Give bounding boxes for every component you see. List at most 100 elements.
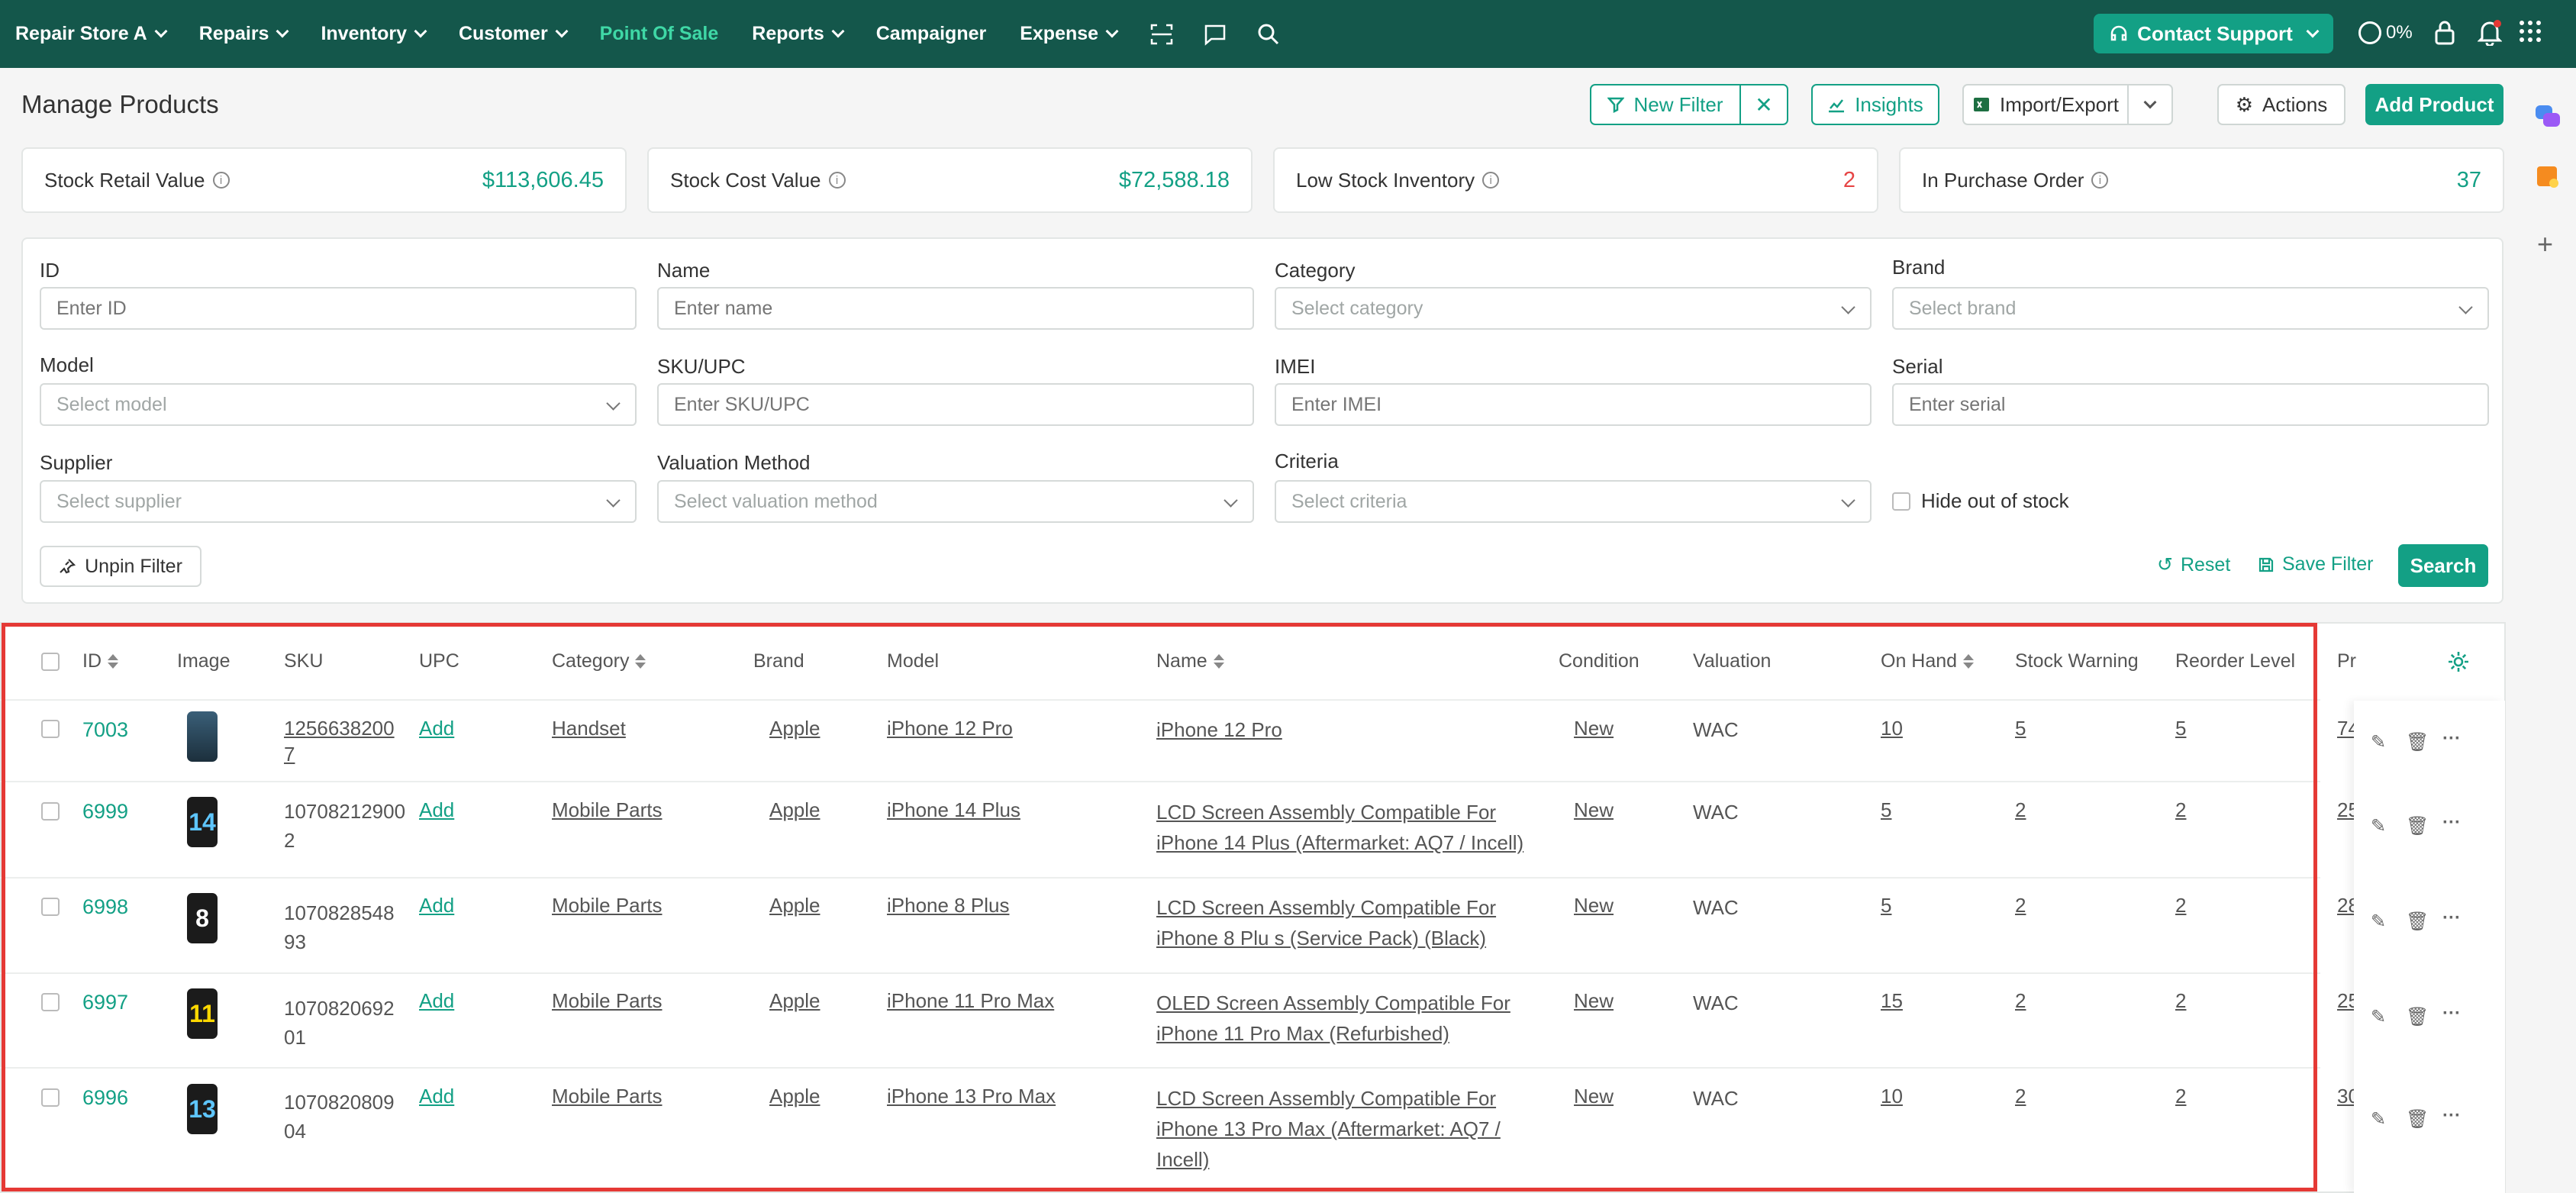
row-checkbox[interactable] <box>41 898 60 916</box>
notes-icon[interactable] <box>2534 163 2561 195</box>
category-link[interactable]: Mobile Parts <box>552 1081 663 1111</box>
more-icon[interactable]: ··· <box>2442 1003 2461 1024</box>
model-link[interactable]: iPhone 11 Pro Max <box>887 985 1054 1016</box>
insights-button[interactable]: Insights <box>1811 84 1939 125</box>
add-upc-link[interactable]: Add <box>419 1081 454 1111</box>
brand-link[interactable]: Apple <box>769 795 821 825</box>
add-upc-link[interactable]: Add <box>419 890 454 921</box>
product-name-link[interactable]: iPhone 12 Pro <box>1156 714 1282 745</box>
trash-icon[interactable]: 🗑 <box>2406 1108 2429 1130</box>
stock-warning-link[interactable]: 2 <box>2015 985 2026 1016</box>
brand-link[interactable]: Apple <box>769 890 821 921</box>
model-link[interactable]: iPhone 12 Pro <box>887 713 1013 743</box>
nav-expense[interactable]: Expense <box>1020 23 1119 45</box>
col-id[interactable]: ID <box>82 650 118 672</box>
product-name-link[interactable]: LCD Screen Assembly Compatible For <box>1156 1083 1496 1114</box>
progress-indicator[interactable]: 0% <box>2358 21 2413 44</box>
criteria-select[interactable]: Select criteria <box>1275 480 1872 523</box>
row-checkbox[interactable] <box>41 720 60 738</box>
actions-button[interactable]: ⚙ Actions <box>2217 84 2345 125</box>
reorder-level-link[interactable]: 5 <box>2175 713 2186 743</box>
more-icon[interactable]: ··· <box>2442 812 2461 833</box>
trash-icon[interactable]: 🗑 <box>2406 1006 2429 1028</box>
stock-warning-link[interactable]: 2 <box>2015 1081 2026 1111</box>
condition-link[interactable]: New <box>1574 795 1614 825</box>
category-link[interactable]: Handset <box>552 713 626 743</box>
plus-icon[interactable]: + <box>2537 228 2553 260</box>
select-all-checkbox[interactable] <box>41 653 60 671</box>
valuation-select[interactable]: Select valuation method <box>657 480 1254 523</box>
on-hand-link[interactable]: 10 <box>1881 1081 1903 1111</box>
edit-icon[interactable]: ✎ <box>2371 815 2386 837</box>
reorder-level-link[interactable]: 2 <box>2175 795 2186 825</box>
category-select[interactable]: Select category <box>1275 287 1872 330</box>
sku-filter-input[interactable] <box>657 383 1254 426</box>
stock-warning-link[interactable]: 2 <box>2015 890 2026 921</box>
edit-icon[interactable]: ✎ <box>2371 1006 2386 1028</box>
bell-icon[interactable] <box>2477 20 2503 52</box>
row-checkbox[interactable] <box>41 993 60 1011</box>
serial-filter-input[interactable] <box>1892 383 2489 426</box>
stat-in-purchase-order[interactable]: In Purchase Order i 37 <box>1899 147 2504 213</box>
chat-bubbles-icon[interactable] <box>2534 102 2561 134</box>
sku-link-cont[interactable]: 7 <box>284 739 295 769</box>
nav-customer[interactable]: Customer <box>459 23 569 45</box>
col-name[interactable]: Name <box>1156 650 1224 672</box>
add-upc-link[interactable]: Add <box>419 713 454 743</box>
search-icon[interactable] <box>1257 23 1280 46</box>
product-id-link[interactable]: 7003 <box>82 714 128 745</box>
product-name-link-cont[interactable]: iPhone 11 Pro Max (Refurbished) <box>1156 1018 1449 1049</box>
product-id-link[interactable]: 6998 <box>82 892 128 922</box>
save-filter-button[interactable]: Save Filter <box>2258 553 2373 576</box>
unpin-filter-button[interactable]: Unpin Filter <box>40 546 202 587</box>
add-upc-link[interactable]: Add <box>419 795 454 825</box>
reorder-level-link[interactable]: 2 <box>2175 985 2186 1016</box>
stock-warning-link[interactable]: 2 <box>2015 795 2026 825</box>
stock-warning-link[interactable]: 5 <box>2015 713 2026 743</box>
column-settings-gear-icon[interactable] <box>2447 650 2470 677</box>
info-icon[interactable]: i <box>212 172 230 189</box>
scan-icon[interactable] <box>1150 23 1173 46</box>
col-on-hand[interactable]: On Hand <box>1881 650 1975 672</box>
product-name-link-cont[interactable]: Incell) <box>1156 1144 1209 1175</box>
reorder-level-link[interactable]: 2 <box>2175 890 2186 921</box>
nav-point-of-sale[interactable]: Point Of Sale <box>600 23 719 45</box>
more-icon[interactable]: ··· <box>2442 728 2461 750</box>
product-id-link[interactable]: 6996 <box>82 1082 128 1113</box>
chat-icon[interactable] <box>1204 23 1227 46</box>
product-name-link-cont[interactable]: iPhone 14 Plus (Aftermarket: AQ7 / Incel… <box>1156 827 1523 858</box>
col-category[interactable]: Category <box>552 650 646 672</box>
row-checkbox[interactable] <box>41 1088 60 1107</box>
product-name-link-cont[interactable]: iPhone 13 Pro Max (Aftermarket: AQ7 / <box>1156 1114 1501 1144</box>
product-id-link[interactable]: 6999 <box>82 796 128 827</box>
more-icon[interactable]: ··· <box>2442 908 2461 929</box>
nav-repairs[interactable]: Repairs <box>199 23 289 45</box>
condition-link[interactable]: New <box>1574 1081 1614 1111</box>
product-name-link[interactable]: LCD Screen Assembly Compatible For <box>1156 892 1496 923</box>
model-link[interactable]: iPhone 14 Plus <box>887 795 1020 825</box>
more-icon[interactable]: ··· <box>2442 1105 2461 1127</box>
reorder-level-link[interactable]: 2 <box>2175 1081 2186 1111</box>
edit-icon[interactable]: ✎ <box>2371 911 2386 933</box>
product-id-link[interactable]: 6997 <box>82 987 128 1017</box>
info-icon[interactable]: i <box>1482 172 1500 189</box>
model-select[interactable]: Select model <box>40 383 637 426</box>
info-icon[interactable]: i <box>2091 172 2109 189</box>
condition-link[interactable]: New <box>1574 890 1614 921</box>
on-hand-link[interactable]: 15 <box>1881 985 1903 1016</box>
contact-support-button[interactable]: Contact Support <box>2094 14 2333 53</box>
info-icon[interactable]: i <box>828 172 846 189</box>
stat-low-stock-inventory[interactable]: Low Stock Inventory i 2 <box>1273 147 1878 213</box>
on-hand-link[interactable]: 10 <box>1881 713 1903 743</box>
condition-link[interactable]: New <box>1574 713 1614 743</box>
on-hand-link[interactable]: 5 <box>1881 890 1891 921</box>
nav-inventory[interactable]: Inventory <box>321 23 427 45</box>
brand-link[interactable]: Apple <box>769 985 821 1016</box>
trash-icon[interactable]: 🗑 <box>2406 731 2429 753</box>
on-hand-link[interactable]: 5 <box>1881 795 1891 825</box>
hide-out-of-stock-toggle[interactable]: Hide out of stock <box>1892 489 2069 513</box>
nav-reports[interactable]: Reports <box>752 23 845 45</box>
brand-link[interactable]: Apple <box>769 1081 821 1111</box>
edit-icon[interactable]: ✎ <box>2371 1108 2386 1130</box>
category-link[interactable]: Mobile Parts <box>552 795 663 825</box>
